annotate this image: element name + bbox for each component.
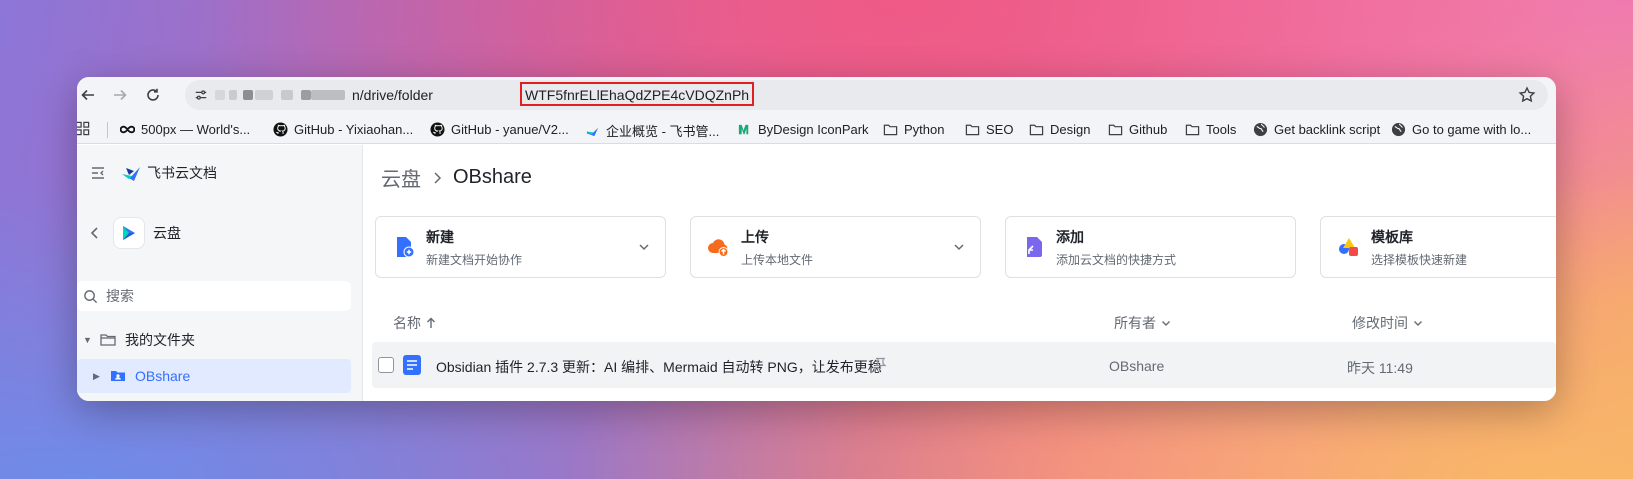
shortcut-icon [1027,237,1042,257]
file-row[interactable]: Obsidian 插件 2.7.3 更新：AI 编排、Mermaid 自动转 P… [372,342,1556,388]
sidebar-header: 飞书云文档 [89,163,217,183]
redacted-url [243,90,253,100]
tree-item-my-folders[interactable]: ▼ 我的文件夹 [77,323,351,357]
main-content: 云盘 OBshare 新建 新建文档开始协作 上传 上传本地文件 添加 添加云文… [364,145,1556,401]
bookmark-folder-github[interactable]: Github [1107,121,1167,137]
bookmark-star-icon[interactable] [1518,86,1536,104]
chevron-right-icon [434,171,442,184]
chevron-down-icon[interactable] [637,240,651,254]
back-button[interactable] [77,83,100,107]
add-shortcut-card[interactable]: 添加 添加云文档的快捷方式 [1005,216,1296,278]
folder-icon [1028,121,1044,137]
upload-card[interactable]: 上传 上传本地文件 [690,216,981,278]
apps-grid-icon[interactable] [77,121,90,136]
bookmark-feishu-admin[interactable]: 企业概览 - 飞书管... [584,121,719,140]
forward-button[interactable] [108,83,132,107]
space-title: 云盘 [153,225,181,241]
breadcrumb-current: OBshare [453,166,532,188]
browser-window: n/drive/folder WTF5fnrELlEhaQdZPE4cVDQZn… [77,77,1556,401]
bookmark-github-yanue[interactable]: GitHub - yanue/V2... [429,121,569,137]
sidebar: 飞书云文档 云盘 ▼ 我的文件夹 ▶ OBshare [77,145,363,401]
address-bar[interactable]: n/drive/folder WTF5fnrELlEhaQdZPE4cVDQZn… [185,80,1548,110]
chevron-down-icon [1414,321,1422,326]
brand-title: 飞书云文档 [147,165,217,181]
folder-icon [882,121,898,137]
template-library-card[interactable]: 模板库 选择模板快速新建 [1320,216,1556,278]
bookmark-iconpark[interactable]: ByDesign IconPark [736,121,869,137]
bookmark-folder-tools[interactable]: Tools [1184,121,1236,137]
collapse-sidebar-icon[interactable] [89,164,107,182]
chevron-down-icon[interactable] [952,240,966,254]
chevron-left-icon[interactable] [87,225,103,241]
globe-icon [1252,121,1268,137]
file-owner: OBshare [1109,358,1165,374]
caret-right-icon[interactable]: ▶ [93,371,103,382]
bookmark-folder-python[interactable]: Python [882,121,944,137]
bookmark-folder-seo[interactable]: SEO [964,121,1013,137]
redacted-url [281,90,293,100]
bookmark-backlink-script[interactable]: Get backlink script [1252,121,1380,137]
bookmark-folder-design[interactable]: Design [1028,121,1090,137]
github-icon [429,121,445,137]
sort-arrow-up-icon [427,317,435,328]
redacted-url [215,90,225,100]
redacted-url [229,90,237,100]
folder-icon [964,121,980,137]
redacted-url [311,90,345,100]
redacted-url [301,90,311,100]
globe-icon [1390,121,1406,137]
drive-app-icon [113,217,145,249]
new-card[interactable]: 新建 新建文档开始协作 [375,216,666,278]
site-settings-icon[interactable] [191,85,211,105]
bookmark-go-to-game[interactable]: Go to game with lo... [1390,121,1531,137]
chevron-down-icon [1162,321,1170,326]
column-header-modified[interactable]: 修改时间 [1352,313,1424,333]
bookmarks-bar: 500px — World's... GitHub - Yixiaohan...… [77,114,1556,144]
github-icon [272,121,288,137]
new-doc-icon [397,237,415,258]
upload-cloud-icon [708,239,729,257]
browser-toolbar: n/drive/folder WTF5fnrELlEhaQdZPE4cVDQZn… [77,77,1556,114]
arrow-right-icon [114,89,127,101]
url-path: n/drive/folder [352,87,433,103]
folder-icon [100,334,116,346]
url-highlighted-id: WTF5fnrELlEhaQdZPE4cVDQZnPh [520,82,755,106]
feishu-icon [584,123,600,139]
row-checkbox[interactable] [378,357,394,373]
file-modified: 昨天 11:49 [1347,360,1413,376]
template-icon [1339,238,1358,256]
breadcrumb: 云盘 OBshare [381,163,532,192]
bookmarks-divider [107,122,108,138]
column-header-name[interactable]: 名称 [393,313,437,333]
sidebar-search[interactable] [77,281,351,311]
folder-icon [1184,121,1200,137]
search-input[interactable] [106,288,326,304]
feishu-docs-logo [122,167,140,181]
caret-down-icon[interactable]: ▼ [83,335,93,345]
bookmark-500px[interactable]: 500px — World's... [119,121,250,137]
folder-icon [1107,121,1123,137]
reload-button[interactable] [141,83,165,107]
doc-icon [403,355,421,375]
file-name[interactable]: Obsidian 插件 2.7.3 更新：AI 编排、Mermaid 自动转 P… [436,357,882,377]
arrow-left-icon [81,89,94,101]
bookmark-github-yixiaohan[interactable]: GitHub - Yixiaohan... [272,121,413,137]
column-header-owner[interactable]: 所有者 [1114,313,1172,333]
reload-icon [147,88,159,101]
breadcrumb-root[interactable]: 云盘 [381,163,421,192]
shared-folder-icon [111,371,125,381]
search-icon [84,289,98,303]
space-header: 云盘 [87,217,181,249]
tree-item-obshare[interactable]: ▶ OBshare [77,359,351,393]
iconpark-icon [736,121,752,137]
infinity-icon [119,121,135,137]
pin-icon[interactable] [874,357,887,370]
redacted-url [255,90,273,100]
